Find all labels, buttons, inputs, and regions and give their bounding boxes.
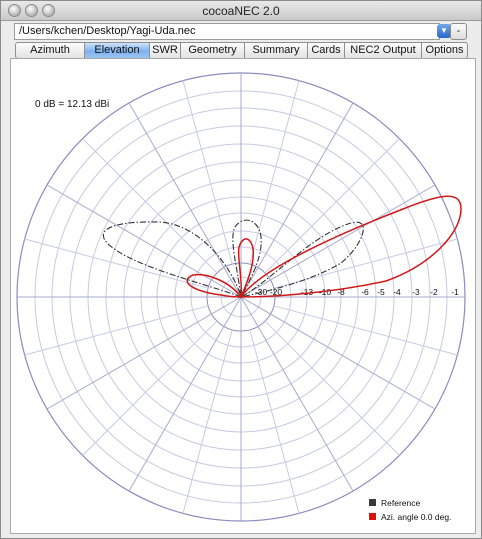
file-path-popup[interactable]: /Users/kchen/Desktop/Yagi-Uda.nec: [14, 23, 440, 40]
grid-spoke: [273, 305, 458, 356]
reference-level-label: 0 dB = 12.13 dBi: [35, 99, 109, 110]
tab-swr[interactable]: SWR: [150, 42, 181, 59]
grid-spoke: [182, 329, 233, 514]
title-bar: cocoaNEC 2.0: [1, 1, 481, 21]
legend-swatch-reference: [369, 499, 376, 506]
grid-spoke: [264, 320, 400, 456]
grid-spoke: [182, 80, 233, 265]
grid-spoke: [264, 138, 400, 274]
tab-azimuth[interactable]: Azimuth: [15, 42, 85, 59]
chevron-down-icon[interactable]: ▼: [437, 24, 451, 38]
remove-file-button[interactable]: -: [450, 23, 467, 40]
tab-summary[interactable]: Summary: [245, 42, 308, 59]
ring-label: -5: [377, 287, 385, 297]
legend-label-azimuth-angle: Azi. angle 0.0 deg.: [381, 512, 451, 522]
ring-label: -3: [412, 287, 420, 297]
legend-label-reference: Reference: [381, 498, 420, 508]
tab-geometry[interactable]: Geometry: [181, 42, 245, 59]
tab-bar: Azimuth Elevation SWR Geometry Summary C…: [15, 42, 468, 59]
grid-spoke: [249, 80, 300, 265]
grid-spoke: [82, 320, 218, 456]
grid-spoke: [24, 238, 209, 289]
app-window: cocoaNEC 2.0 /Users/kchen/Desktop/Yagi-U…: [0, 0, 482, 539]
window-title: cocoaNEC 2.0: [202, 4, 280, 18]
tab-elevation[interactable]: Elevation: [85, 42, 150, 59]
ring-label: -6: [361, 287, 369, 297]
grid-spoke: [249, 329, 300, 514]
grid-spoke: [24, 305, 209, 356]
ring-label: -4: [393, 287, 401, 297]
ring-label: -1: [451, 287, 459, 297]
elevation-plot-panel: -30 -20 -13 -10 -8 -6 -5 -4 -3 -2 -1 0 dB = 12.13 …: [10, 58, 476, 534]
tab-options[interactable]: Options: [422, 42, 468, 59]
tab-cards[interactable]: Cards: [308, 42, 345, 59]
tab-nec2-output[interactable]: NEC2 Output: [345, 42, 422, 59]
ring-label: -30: [255, 287, 268, 297]
grid-spoke: [82, 138, 218, 274]
elevation-polar-plot: -30 -20 -13 -10 -8 -6 -5 -4 -3 -2 -1 0 dB = 12.13 …: [16, 72, 466, 522]
file-path-text: /Users/kchen/Desktop/Yagi-Uda.nec: [19, 25, 196, 37]
legend-swatch-azimuth-angle: [369, 513, 376, 520]
ring-label: -2: [430, 287, 438, 297]
toolbar: /Users/kchen/Desktop/Yagi-Uda.nec ▼ -: [1, 21, 481, 43]
ring-label: -13: [301, 287, 314, 297]
